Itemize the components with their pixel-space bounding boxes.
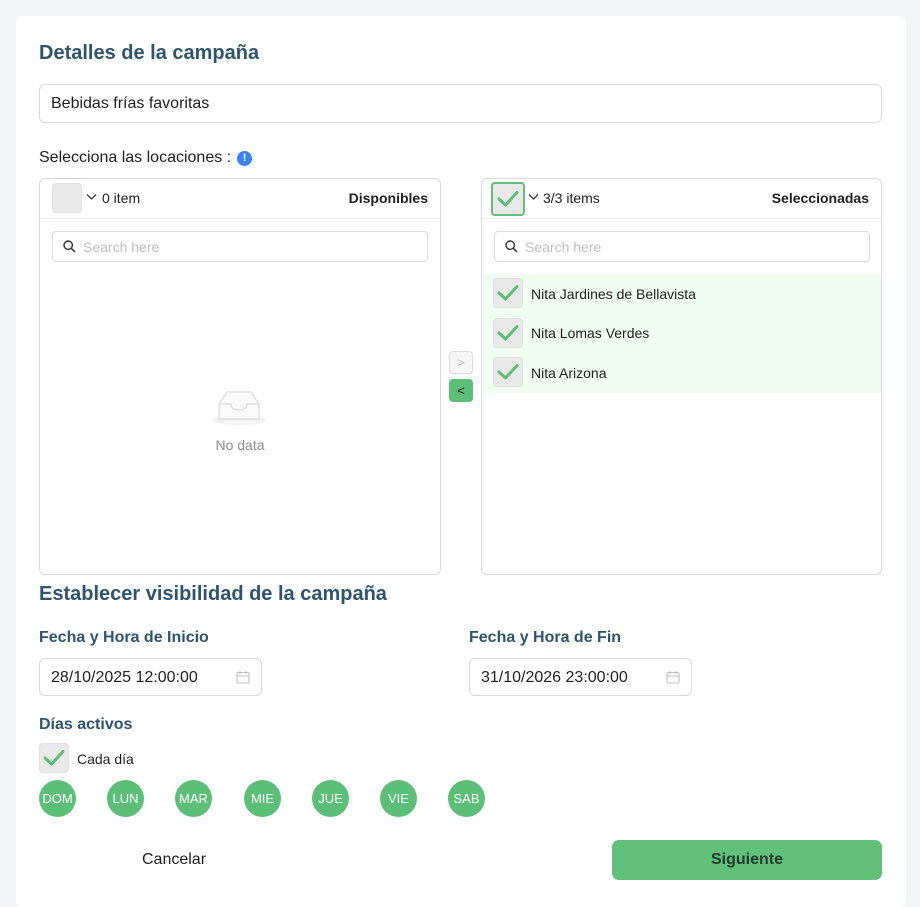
available-search-placeholder: Search here [83,238,160,255]
campaign-form-card: Detalles de la campaña Bebidas frías fav… [16,16,906,907]
day-toggle-jue[interactable]: JUE [312,780,349,817]
day-toggle-sab[interactable]: SAB [448,780,485,817]
campaign-name-input[interactable]: Bebidas frías favoritas [39,84,882,123]
list-item-label: Nita Lomas Verdes [531,325,650,342]
end-date-label: Fecha y Hora de Fin [469,629,622,646]
checkmark-icon [497,324,519,340]
next-button[interactable]: Siguiente [612,840,882,880]
list-item-label: Nita Jardines de Bellavista [531,285,696,302]
available-chevron-down-icon[interactable] [86,190,97,204]
empty-text: No data [215,437,265,453]
list-item[interactable]: Nita Jardines de Bellavista [482,274,881,314]
every-day-checkbox[interactable] [39,743,69,773]
selected-select-all-checkbox[interactable] [491,182,525,216]
available-search-input[interactable]: Search here [52,231,428,262]
locations-label: Selecciona las locaciones : [39,149,232,166]
item-checkbox[interactable] [493,278,523,308]
selected-locations-panel: 3/3 items Seleccionadas Search here Nita… [481,178,882,575]
item-checkbox[interactable] [493,317,523,348]
start-date-label: Fecha y Hora de Inicio [39,629,209,646]
selected-panel-title: Seleccionadas [771,190,869,206]
day-toggle-mie[interactable]: MIE [244,780,281,817]
selected-search-input[interactable]: Search here [494,231,870,262]
checkmark-icon [497,364,519,380]
end-date-value: 31/10/2026 23:00:00 [481,669,628,686]
day-toggle-vie[interactable]: VIE [380,780,417,817]
item-checkbox[interactable] [493,357,523,387]
selected-panel-header: 3/3 items Seleccionadas [482,179,881,219]
info-icon[interactable]: ! [237,150,253,166]
end-date-picker[interactable]: 31/10/2026 23:00:00 [469,658,692,696]
checkmark-icon [497,191,519,207]
selected-item-count: 3/3 items [543,190,600,206]
move-left-button[interactable]: < [449,379,473,402]
available-panel-title: Disponibles [348,190,428,206]
day-toggle-mar[interactable]: MAR [175,780,212,817]
checkmark-icon [43,750,65,766]
calendar-icon [666,670,680,689]
available-panel-header: 0 item Disponibles [40,179,440,219]
list-item[interactable]: Nita Lomas Verdes [482,313,881,353]
locations-label-row: Selecciona las locaciones : ! [39,149,253,167]
active-days-label: Días activos [39,716,133,733]
day-toggle-lun[interactable]: LUN [107,780,144,817]
available-select-all-checkbox[interactable] [52,183,82,213]
available-item-count: 0 item [102,190,141,206]
list-item[interactable]: Nita Arizona [482,353,881,393]
selected-search-placeholder: Search here [525,238,602,255]
day-toggle-dom[interactable]: DOM [39,780,76,817]
start-date-value: 28/10/2025 12:00:00 [51,669,198,686]
search-icon [63,240,76,253]
search-icon [505,240,518,253]
move-right-button[interactable]: > [449,351,473,374]
available-locations-panel: 0 item Disponibles Search here No data [39,178,441,575]
selected-chevron-down-icon[interactable] [528,190,539,204]
visibility-title: Establecer visibilidad de la campaña [39,583,387,605]
checkmark-icon [497,285,519,301]
cancel-button[interactable]: Cancelar [39,840,309,880]
calendar-icon [236,670,250,689]
list-item-label: Nita Arizona [531,364,607,381]
start-date-picker[interactable]: 28/10/2025 12:00:00 [39,658,262,696]
every-day-label: Cada día [77,751,134,767]
empty-inbox-icon [211,387,267,432]
campaign-details-title: Detalles de la campaña [39,42,260,64]
